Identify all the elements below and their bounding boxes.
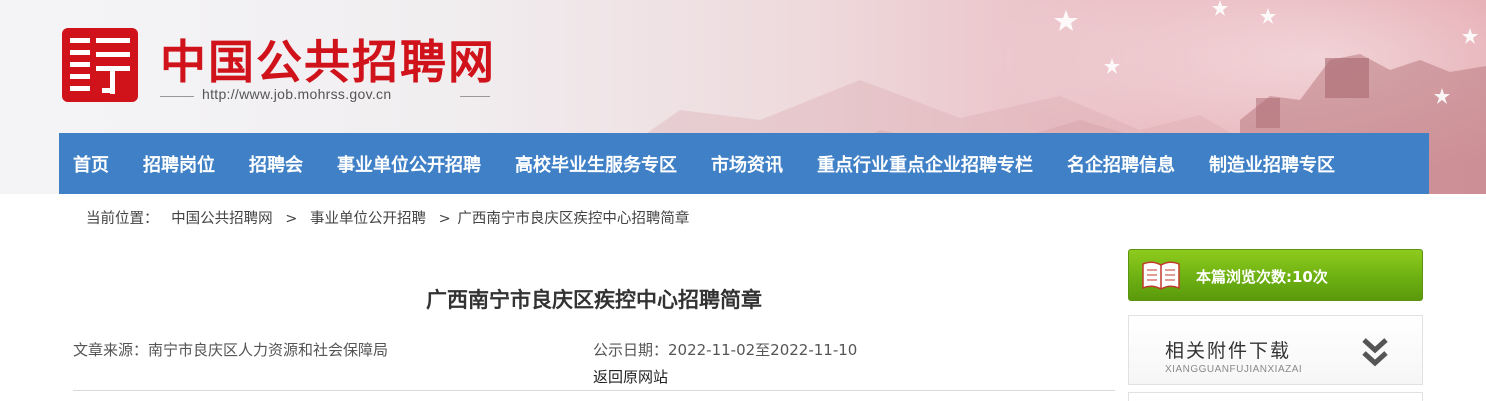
attachments-list (1128, 392, 1423, 401)
attachments-title: 相关附件下载 (1165, 340, 1292, 362)
attachments-panel[interactable]: 相关附件下载 XIANGGUANFUJIANXIAZAI (1128, 315, 1423, 385)
ping-character-logo-icon[interactable] (62, 28, 138, 102)
breadcrumb: 当前位置： 中国公共招聘网 > 事业单位公开招聘 > 广西南宁市良庆区疾控中心招… (86, 207, 689, 228)
nav-item-manufacturing[interactable]: 制造业招聘专区 (1209, 151, 1335, 177)
divider (73, 390, 1115, 391)
article-date: 公示日期：2022-11-02至2022-11-10 (593, 341, 858, 359)
nav-item-famous-companies[interactable]: 名企招聘信息 (1067, 151, 1175, 177)
url-line-left (160, 96, 194, 97)
nav-item-market-news[interactable]: 市场资讯 (711, 151, 783, 177)
view-count-text: 本篇浏览次数:10次 (1196, 268, 1328, 286)
breadcrumb-link-category[interactable]: 事业单位公开招聘 (310, 211, 426, 227)
article-title: 广西南宁市良庆区疾控中心招聘简章 (426, 288, 762, 312)
article-source: 文章来源：南宁市良庆区人力资源和社会保障局 (73, 341, 389, 359)
open-book-icon (1142, 261, 1180, 290)
breadcrumb-link-home[interactable]: 中国公共招聘网 (171, 211, 273, 227)
url-line-right (460, 96, 490, 97)
breadcrumb-separator: > (285, 211, 298, 227)
breadcrumb-prefix: 当前位置： (86, 211, 159, 227)
nav-item-graduates[interactable]: 高校毕业生服务专区 (515, 151, 677, 177)
main-nav: 首页 招聘岗位 招聘会 事业单位公开招聘 高校毕业生服务专区 市场资讯 重点行业… (59, 133, 1429, 194)
site-url-row: http://www.job.mohrss.gov.cn (160, 86, 490, 106)
view-count-panel: 本篇浏览次数:10次 (1128, 249, 1423, 301)
double-chevron-down-icon[interactable] (1361, 336, 1389, 368)
attachments-subtitle: XIANGGUANFUJIANXIAZAI (1165, 364, 1303, 375)
site-title[interactable]: 中国公共招聘网 (160, 26, 496, 92)
site-url: http://www.job.mohrss.gov.cn (202, 86, 392, 102)
nav-item-public-institution[interactable]: 事业单位公开招聘 (337, 151, 481, 177)
back-to-source-link[interactable]: 返回原网站 (593, 366, 668, 387)
nav-item-home[interactable]: 首页 (73, 151, 109, 177)
breadcrumb-separator: > (438, 211, 451, 227)
nav-item-jobs[interactable]: 招聘岗位 (143, 151, 215, 177)
nav-item-key-industries[interactable]: 重点行业重点企业招聘专栏 (817, 151, 1033, 177)
breadcrumb-current-page[interactable]: 广西南宁市良庆区疾控中心招聘简章 (457, 211, 689, 227)
nav-item-job-fairs[interactable]: 招聘会 (249, 151, 303, 177)
